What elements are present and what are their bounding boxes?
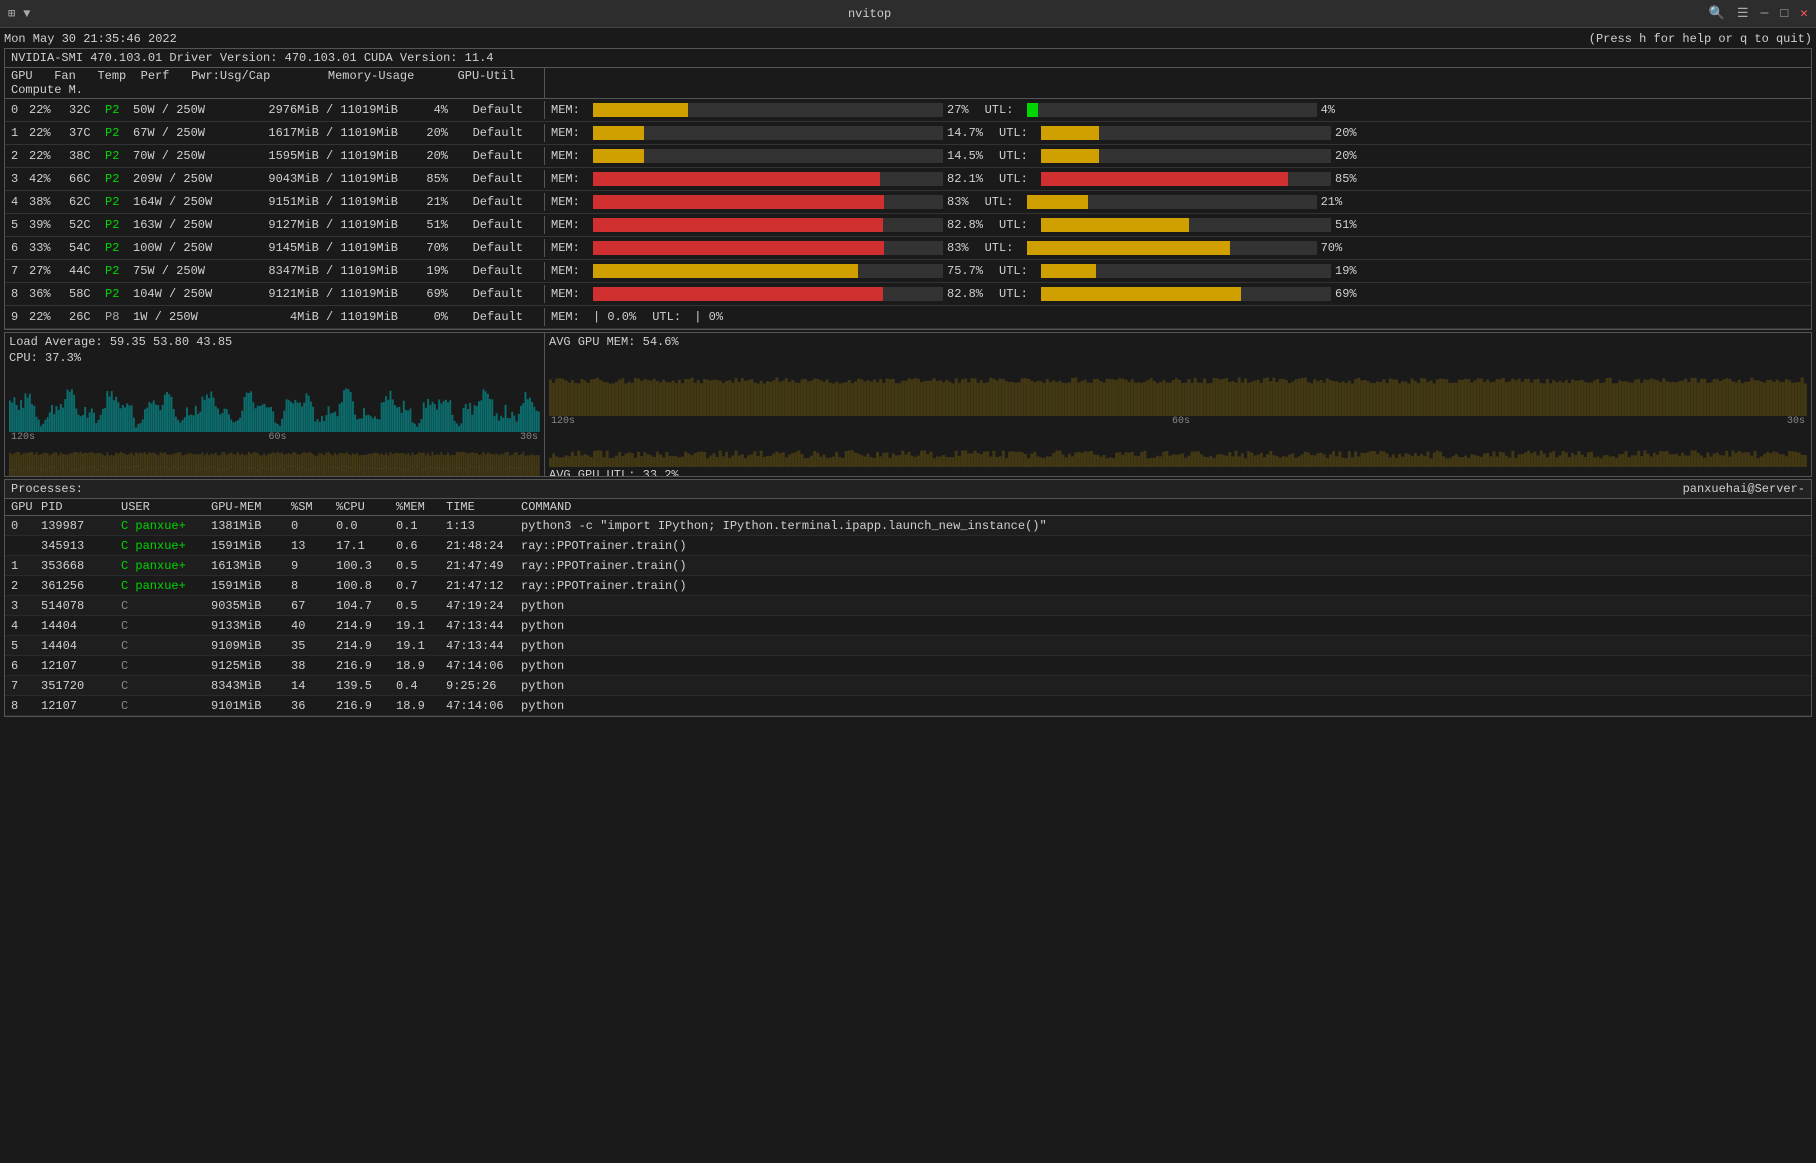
help-text: (Press h for help or q to quit) [1589, 32, 1812, 46]
proc-row: 6 12107 C 9125MiB 38 216.9 18.9 47:14:06… [5, 656, 1811, 676]
proc-header-bar: Processes: panxuehai@Server- [5, 480, 1811, 499]
gpu-right-3: MEM: 82.1% UTL: 85% [545, 170, 1811, 188]
cpu-chart: Load Average: 59.35 53.80 43.85 CPU: 37.… [5, 333, 545, 476]
maximize-icon[interactable]: □ [1780, 6, 1788, 21]
gpu-right-5: MEM: 82.8% UTL: 51% [545, 216, 1811, 234]
gpu-row-2: 2 22% 38C P2 70W / 250W 1595MiB / 11019M… [5, 145, 1811, 168]
ph-cpu: %CPU [336, 500, 396, 514]
mem-chart-canvas [9, 445, 540, 476]
gpu-chart: AVG GPU MEM: 54.6% 120s 60s 30s AVG GPU [545, 333, 1811, 476]
gpu-left-8: 8 36% 58C P2 104W / 250W 9121MiB / 11019… [5, 285, 545, 303]
gpu-left-3: 3 42% 66C P2 209W / 250W 9043MiB / 11019… [5, 170, 545, 188]
gpu-left-5: 5 39% 52C P2 163W / 250W 9127MiB / 11019… [5, 216, 545, 234]
gpu-row-9: 9 22% 26C P8 1W / 250W 4MiB / 11019MiB 0… [5, 306, 1811, 329]
gpu-right-4: MEM: 83% UTL: 21% [545, 193, 1811, 211]
proc-row: 0 139987 C panxue+ 1381MiB 0 0.0 0.1 1:1… [5, 516, 1811, 536]
proc-row: 8 12107 C 9101MiB 36 216.9 18.9 47:14:06… [5, 696, 1811, 716]
gpu-left-0: 0 22% 32C P2 50W / 250W 2976MiB / 11019M… [5, 101, 545, 119]
minimize-icon[interactable]: ─ [1761, 6, 1769, 21]
proc-server: panxuehai@Server- [1683, 482, 1805, 496]
gpu-row-3: 3 42% 66C P2 209W / 250W 9043MiB / 11019… [5, 168, 1811, 191]
gpu-section: NVIDIA-SMI 470.103.01 Driver Version: 47… [4, 48, 1812, 330]
gpu-row-5: 5 39% 52C P2 163W / 250W 9127MiB / 11019… [5, 214, 1811, 237]
gpu-left-9: 9 22% 26C P8 1W / 250W 4MiB / 11019MiB 0… [5, 308, 545, 326]
gpu-right-8: MEM: 82.8% UTL: 69% [545, 285, 1811, 303]
title-bar: ⊞ ▼ nvitop 🔍 ☰ ─ □ ✕ [0, 0, 1816, 28]
gpu-left-7: 7 27% 44C P2 75W / 250W 8347MiB / 11019M… [5, 262, 545, 280]
terminal-icon: ⊞ [8, 6, 15, 21]
gpu-mem-chart-canvas [549, 351, 1807, 416]
gpu-right-6: MEM: 83% UTL: 70% [545, 239, 1811, 257]
cpu-time-labels: 120s 60s 30s [9, 432, 540, 443]
gpu-left-1: 1 22% 37C P2 67W / 250W 1617MiB / 11019M… [5, 124, 545, 142]
ph-user: USER [121, 500, 211, 514]
proc-row: 1 353668 C panxue+ 1613MiB 9 100.3 0.5 2… [5, 556, 1811, 576]
col-header-left: GPU Fan Temp Perf Pwr:Usg/Cap Memory-Usa… [5, 68, 545, 98]
gpu-left-2: 2 22% 38C P2 70W / 250W 1595MiB / 11019M… [5, 147, 545, 165]
close-icon[interactable]: ✕ [1800, 6, 1808, 21]
datetime: Mon May 30 21:35:46 2022 [4, 32, 177, 46]
ph-pid: PID [41, 500, 121, 514]
ph-sm: %SM [291, 500, 336, 514]
gpu-left-4: 4 38% 62C P2 164W / 250W 9151MiB / 11019… [5, 193, 545, 211]
gpu-mem-svg [549, 351, 1807, 416]
ph-gpu: GPU [11, 500, 41, 514]
gpu-utl-chart-canvas [549, 429, 1807, 467]
main-content: Mon May 30 21:35:46 2022 (Press h for he… [0, 28, 1816, 719]
proc-row: 5 14404 C 9109MiB 35 214.9 19.1 47:13:44… [5, 636, 1811, 656]
gpu-right-9: MEM: | 0.0% UTL: | 0% [545, 308, 1811, 326]
proc-body: 0 139987 C panxue+ 1381MiB 0 0.0 0.1 1:1… [5, 516, 1811, 716]
gpu-row-6: 6 33% 54C P2 100W / 250W 9145MiB / 11019… [5, 237, 1811, 260]
ph-gpumem: GPU-MEM [211, 500, 291, 514]
avg-gpu-utl: AVG GPU UTL: 33.2% [549, 468, 679, 476]
cpu-pct: CPU: 37.3% [9, 351, 540, 365]
smi-info: NVIDIA-SMI 470.103.01 Driver Version: 47… [5, 49, 1811, 68]
status-line: Mon May 30 21:35:46 2022 (Press h for he… [4, 30, 1812, 48]
ph-time: TIME [446, 500, 521, 514]
gpu-row-0: 0 22% 32C P2 50W / 250W 2976MiB / 11019M… [5, 99, 1811, 122]
dropdown-icon[interactable]: ▼ [23, 7, 30, 21]
proc-row: 345913 C panxue+ 1591MiB 13 17.1 0.6 21:… [5, 536, 1811, 556]
cpu-svg [9, 367, 540, 432]
gpu-row-7: 7 27% 44C P2 75W / 250W 8347MiB / 11019M… [5, 260, 1811, 283]
ph-mem: %MEM [396, 500, 446, 514]
ph-command: COMMAND [521, 500, 1805, 514]
gpu-time-labels: 120s 60s 30s [549, 416, 1807, 427]
menu-icon[interactable]: ☰ [1737, 6, 1749, 21]
title-bar-left: ⊞ ▼ [8, 6, 30, 21]
gpu-left-6: 6 33% 54C P2 100W / 250W 9145MiB / 11019… [5, 239, 545, 257]
cpu-chart-canvas [9, 367, 540, 432]
app-title: nvitop [848, 7, 891, 21]
gpu-rows: 0 22% 32C P2 50W / 250W 2976MiB / 11019M… [5, 99, 1811, 329]
proc-title: Processes: [11, 482, 83, 496]
gpu-right-1: MEM: 14.7% UTL: 20% [545, 124, 1811, 142]
search-icon[interactable]: 🔍 [1709, 6, 1725, 21]
gpu-right-2: MEM: 14.5% UTL: 20% [545, 147, 1811, 165]
proc-col-headers: GPU PID USER GPU-MEM %SM %CPU %MEM TIME … [5, 499, 1811, 516]
gpu-row-8: 8 36% 58C P2 104W / 250W 9121MiB / 11019… [5, 283, 1811, 306]
gpu-utl-svg [549, 429, 1807, 467]
gpu-right-7: MEM: 75.7% UTL: 19% [545, 262, 1811, 280]
processes-section: Processes: panxuehai@Server- GPU PID USE… [4, 479, 1812, 717]
col-header-right [545, 68, 1811, 98]
mem-svg [9, 445, 540, 476]
charts-area: Load Average: 59.35 53.80 43.85 CPU: 37.… [4, 332, 1812, 477]
gpu-row-1: 1 22% 37C P2 67W / 250W 1617MiB / 11019M… [5, 122, 1811, 145]
proc-row: 3 514078 C 9035MiB 67 104.7 0.5 47:19:24… [5, 596, 1811, 616]
avg-gpu-mem: AVG GPU MEM: 54.6% [549, 335, 1807, 349]
avg-gpu-utl-wrap: AVG GPU UTL: 33.2% [549, 468, 1807, 476]
gpu-right-0: MEM: 27% UTL: 4% [545, 101, 1811, 119]
proc-row: 4 14404 C 9133MiB 40 214.9 19.1 47:13:44… [5, 616, 1811, 636]
gpu-row-4: 4 38% 62C P2 164W / 250W 9151MiB / 11019… [5, 191, 1811, 214]
proc-row: 7 351720 C 8343MiB 14 139.5 0.4 9:25:26 … [5, 676, 1811, 696]
title-bar-controls: 🔍 ☰ ─ □ ✕ [1709, 6, 1808, 21]
proc-row: 2 361256 C panxue+ 1591MiB 8 100.8 0.7 2… [5, 576, 1811, 596]
load-avg: Load Average: 59.35 53.80 43.85 [9, 335, 540, 349]
